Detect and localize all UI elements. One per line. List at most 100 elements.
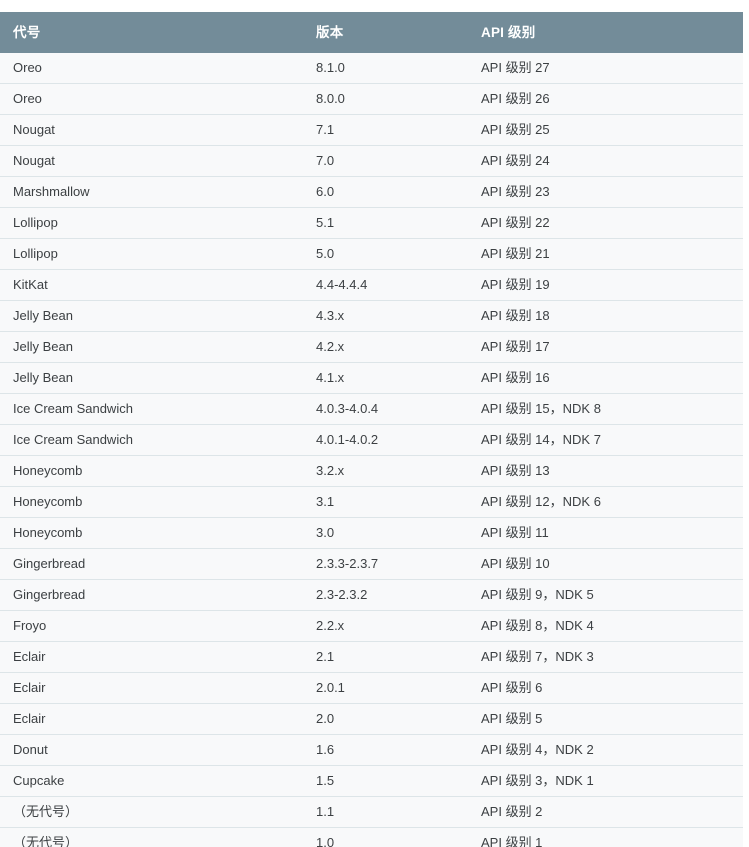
cell-codename: Oreo	[0, 83, 303, 115]
cell-api-level: API 级别 9，NDK 5	[468, 579, 743, 611]
cell-version: 4.2.x	[303, 331, 468, 363]
cell-codename: Marshmallow	[0, 176, 303, 208]
cell-version: 3.0	[303, 517, 468, 549]
table-row: Ice Cream Sandwich 4.0.1-4.0.2 API 级别 14，N…	[0, 424, 743, 456]
table-row: Eclair 2.0.1 API 级别 6	[0, 672, 743, 704]
table-row: Jelly Bean 4.1.x API 级别 16	[0, 362, 743, 394]
cell-version: 8.1.0	[303, 53, 468, 84]
cell-api-level: API 级别 10	[468, 548, 743, 580]
table-row: （无代号） 1.1 API 级别 2	[0, 796, 743, 828]
cell-api-level: API 级别 19	[468, 269, 743, 301]
cell-codename: Jelly Bean	[0, 331, 303, 363]
table-row: Froyo 2.2.x API 级别 8，NDK 4	[0, 610, 743, 642]
cell-api-level: API 级别 24	[468, 145, 743, 177]
cell-api-level: API 级别 22	[468, 207, 743, 239]
cell-version: 3.1	[303, 486, 468, 518]
cell-version: 1.5	[303, 765, 468, 797]
cell-codename: Froyo	[0, 610, 303, 642]
cell-codename: Jelly Bean	[0, 362, 303, 394]
cell-api-level: API 级别 11	[468, 517, 743, 549]
cell-version: 5.0	[303, 238, 468, 270]
table-row: Jelly Bean 4.3.x API 级别 18	[0, 300, 743, 332]
cell-version: 7.1	[303, 114, 468, 146]
cell-api-level: API 级别 2	[468, 796, 743, 828]
table-row: Nougat 7.1 API 级别 25	[0, 114, 743, 146]
cell-codename: Nougat	[0, 145, 303, 177]
table-header: 代号 版本 API 级别	[0, 12, 743, 53]
table-row: Eclair 2.1 API 级别 7，NDK 3	[0, 641, 743, 673]
cell-codename: Eclair	[0, 641, 303, 673]
cell-api-level: API 级别 4，NDK 2	[468, 734, 743, 766]
cell-api-level: API 级别 13	[468, 455, 743, 487]
table-row: Honeycomb 3.2.x API 级别 13	[0, 455, 743, 487]
cell-version: 1.6	[303, 734, 468, 766]
cell-version: 7.0	[303, 145, 468, 177]
table-row: Marshmallow 6.0 API 级别 23	[0, 176, 743, 208]
cell-codename: Ice Cream Sandwich	[0, 393, 303, 425]
cell-api-level: API 级别 26	[468, 83, 743, 115]
cell-version: 3.2.x	[303, 455, 468, 487]
table-row: Donut 1.6 API 级别 4，NDK 2	[0, 734, 743, 766]
cell-api-level: API 级别 7，NDK 3	[468, 641, 743, 673]
cell-codename: Donut	[0, 734, 303, 766]
cell-codename: Gingerbread	[0, 579, 303, 611]
cell-codename: KitKat	[0, 269, 303, 301]
cell-version: 2.0	[303, 703, 468, 735]
cell-version: 2.2.x	[303, 610, 468, 642]
cell-codename: Honeycomb	[0, 517, 303, 549]
cell-codename: Eclair	[0, 703, 303, 735]
cell-codename: Cupcake	[0, 765, 303, 797]
cell-version: 2.3.3-2.3.7	[303, 548, 468, 580]
cell-api-level: API 级别 14，NDK 7	[468, 424, 743, 456]
cell-codename: （无代号）	[0, 796, 303, 828]
cell-version: 4.1.x	[303, 362, 468, 394]
cell-version: 1.0	[303, 827, 468, 847]
cell-api-level: API 级别 23	[468, 176, 743, 208]
table-row: Oreo 8.0.0 API 级别 26	[0, 83, 743, 115]
table-body: Oreo 8.1.0 API 级别 27 Oreo 8.0.0 API 级别 26 Noug…	[0, 53, 743, 847]
cell-api-level: API 级别 21	[468, 238, 743, 270]
cell-api-level: API 级别 17	[468, 331, 743, 363]
cell-api-level: API 级别 12，NDK 6	[468, 486, 743, 518]
cell-version: 2.0.1	[303, 672, 468, 704]
cell-api-level: API 级别 18	[468, 300, 743, 332]
table-row: Lollipop 5.1 API 级别 22	[0, 207, 743, 239]
cell-codename: Lollipop	[0, 238, 303, 270]
android-version-table: 代号 版本 API 级别 Oreo 8.1.0 API 级别 27 Oreo 8.0.0…	[0, 12, 743, 847]
table-row: Eclair 2.0 API 级别 5	[0, 703, 743, 735]
column-header-codename: 代号	[0, 12, 303, 53]
table-row: Ice Cream Sandwich 4.0.3-4.0.4 API 级别 15，N…	[0, 393, 743, 425]
cell-codename: Honeycomb	[0, 455, 303, 487]
cell-version: 2.1	[303, 641, 468, 673]
table-row: Jelly Bean 4.2.x API 级别 17	[0, 331, 743, 363]
cell-version: 8.0.0	[303, 83, 468, 115]
cell-codename: Lollipop	[0, 207, 303, 239]
column-header-api-level: API 级别	[468, 12, 743, 53]
page-root: 代号 版本 API 级别 Oreo 8.1.0 API 级别 27 Oreo 8.0.0…	[0, 0, 749, 847]
table-row: Oreo 8.1.0 API 级别 27	[0, 53, 743, 84]
cell-version: 4.0.1-4.0.2	[303, 424, 468, 456]
cell-version: 6.0	[303, 176, 468, 208]
table-row: Nougat 7.0 API 级别 24	[0, 145, 743, 177]
cell-codename: Honeycomb	[0, 486, 303, 518]
cell-version: 4.3.x	[303, 300, 468, 332]
cell-codename: Nougat	[0, 114, 303, 146]
cell-api-level: API 级别 5	[468, 703, 743, 735]
table-row: Honeycomb 3.1 API 级别 12，NDK 6	[0, 486, 743, 518]
cell-api-level: API 级别 1	[468, 827, 743, 847]
cell-codename: Gingerbread	[0, 548, 303, 580]
table-row: Gingerbread 2.3-2.3.2 API 级别 9，NDK 5	[0, 579, 743, 611]
cell-api-level: API 级别 6	[468, 672, 743, 704]
cell-codename: Oreo	[0, 53, 303, 84]
table-row: Cupcake 1.5 API 级别 3，NDK 1	[0, 765, 743, 797]
table-row: Gingerbread 2.3.3-2.3.7 API 级别 10	[0, 548, 743, 580]
table-row: Lollipop 5.0 API 级别 21	[0, 238, 743, 270]
cell-codename: Ice Cream Sandwich	[0, 424, 303, 456]
cell-codename: Jelly Bean	[0, 300, 303, 332]
column-header-version: 版本	[303, 12, 468, 53]
cell-version: 5.1	[303, 207, 468, 239]
table-row: （无代号） 1.0 API 级别 1	[0, 827, 743, 847]
cell-version: 1.1	[303, 796, 468, 828]
cell-version: 4.4-4.4.4	[303, 269, 468, 301]
cell-api-level: API 级别 15，NDK 8	[468, 393, 743, 425]
